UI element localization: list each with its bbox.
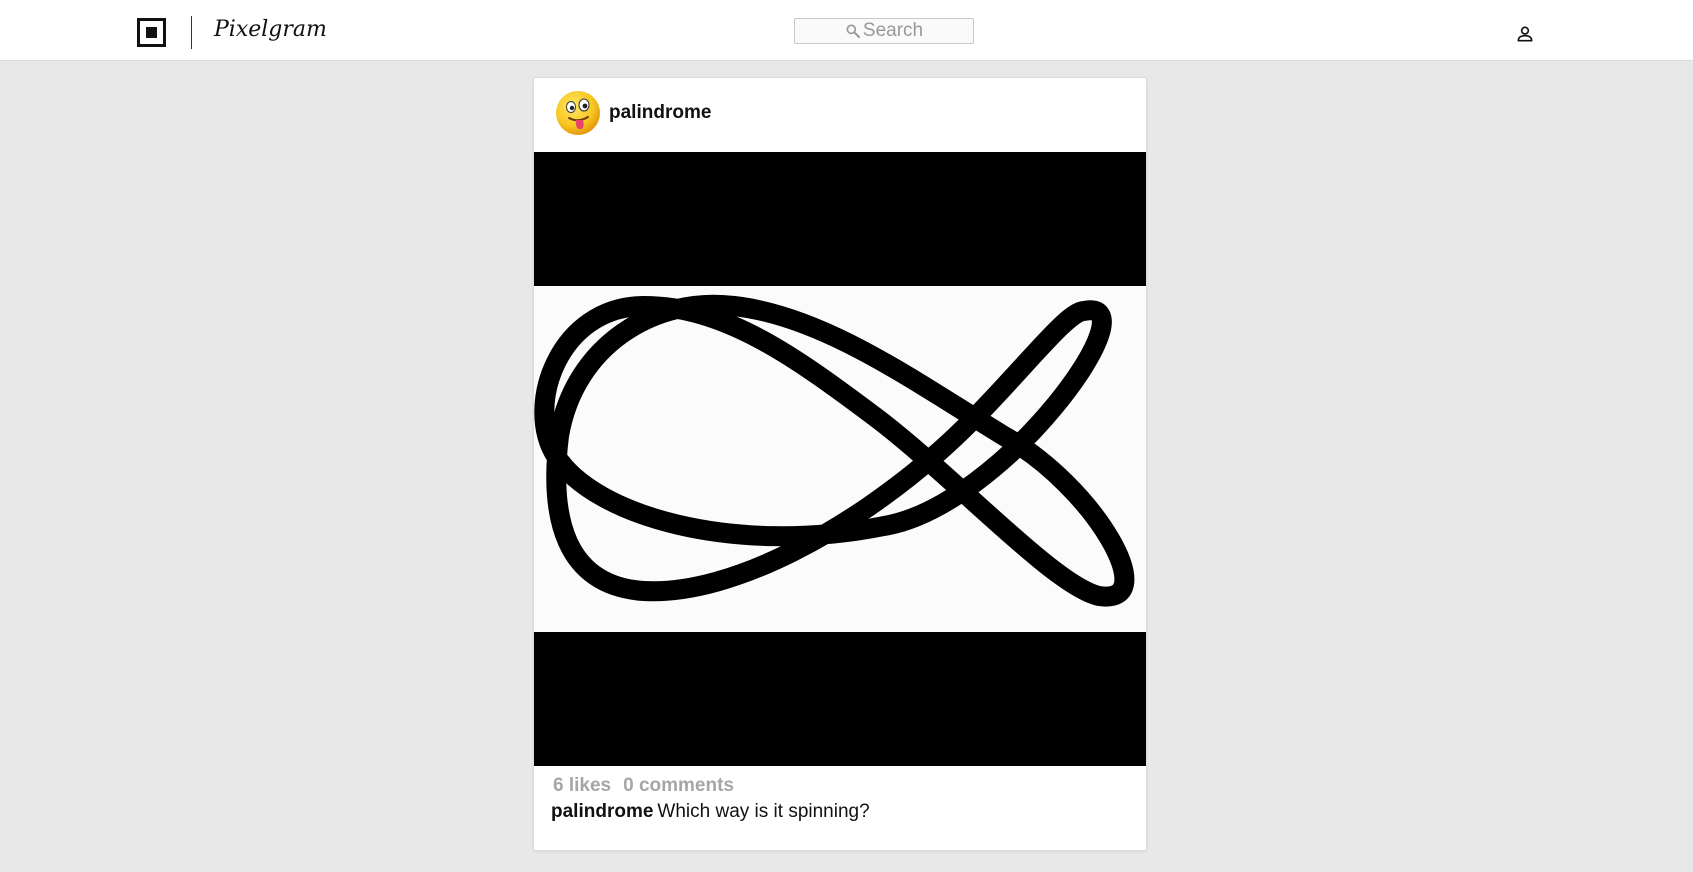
logo-square-icon[interactable] <box>137 18 166 47</box>
search-icon <box>846 24 860 38</box>
comments-count[interactable]: 0 comments <box>623 775 734 796</box>
post-username[interactable]: palindrome <box>609 102 711 124</box>
post-stats: 6 likes 0 comments <box>553 775 734 797</box>
person-icon[interactable] <box>1515 24 1535 44</box>
caption-text: Which way is it spinning? <box>657 801 870 822</box>
post-caption: palindrome Which way is it spinning? <box>551 801 870 823</box>
search-input[interactable]: Search <box>794 18 974 44</box>
lissajous-figure <box>534 294 1135 607</box>
post-image[interactable] <box>534 152 1146 766</box>
avatar[interactable] <box>555 90 601 136</box>
logo-divider <box>191 16 192 49</box>
post-header: palindrome <box>534 78 1146 152</box>
likes-count[interactable]: 6 likes <box>553 775 611 796</box>
search-placeholder: Search <box>862 20 924 41</box>
top-navigation-bar: Pixelgram Search <box>0 0 1693 61</box>
image-canvas <box>534 286 1146 632</box>
post-card: palindrome 6 likes 0 comments palindrome W… <box>533 77 1147 851</box>
brand-name[interactable]: Pixelgram <box>214 17 327 42</box>
caption-username[interactable]: palindrome <box>551 801 653 822</box>
